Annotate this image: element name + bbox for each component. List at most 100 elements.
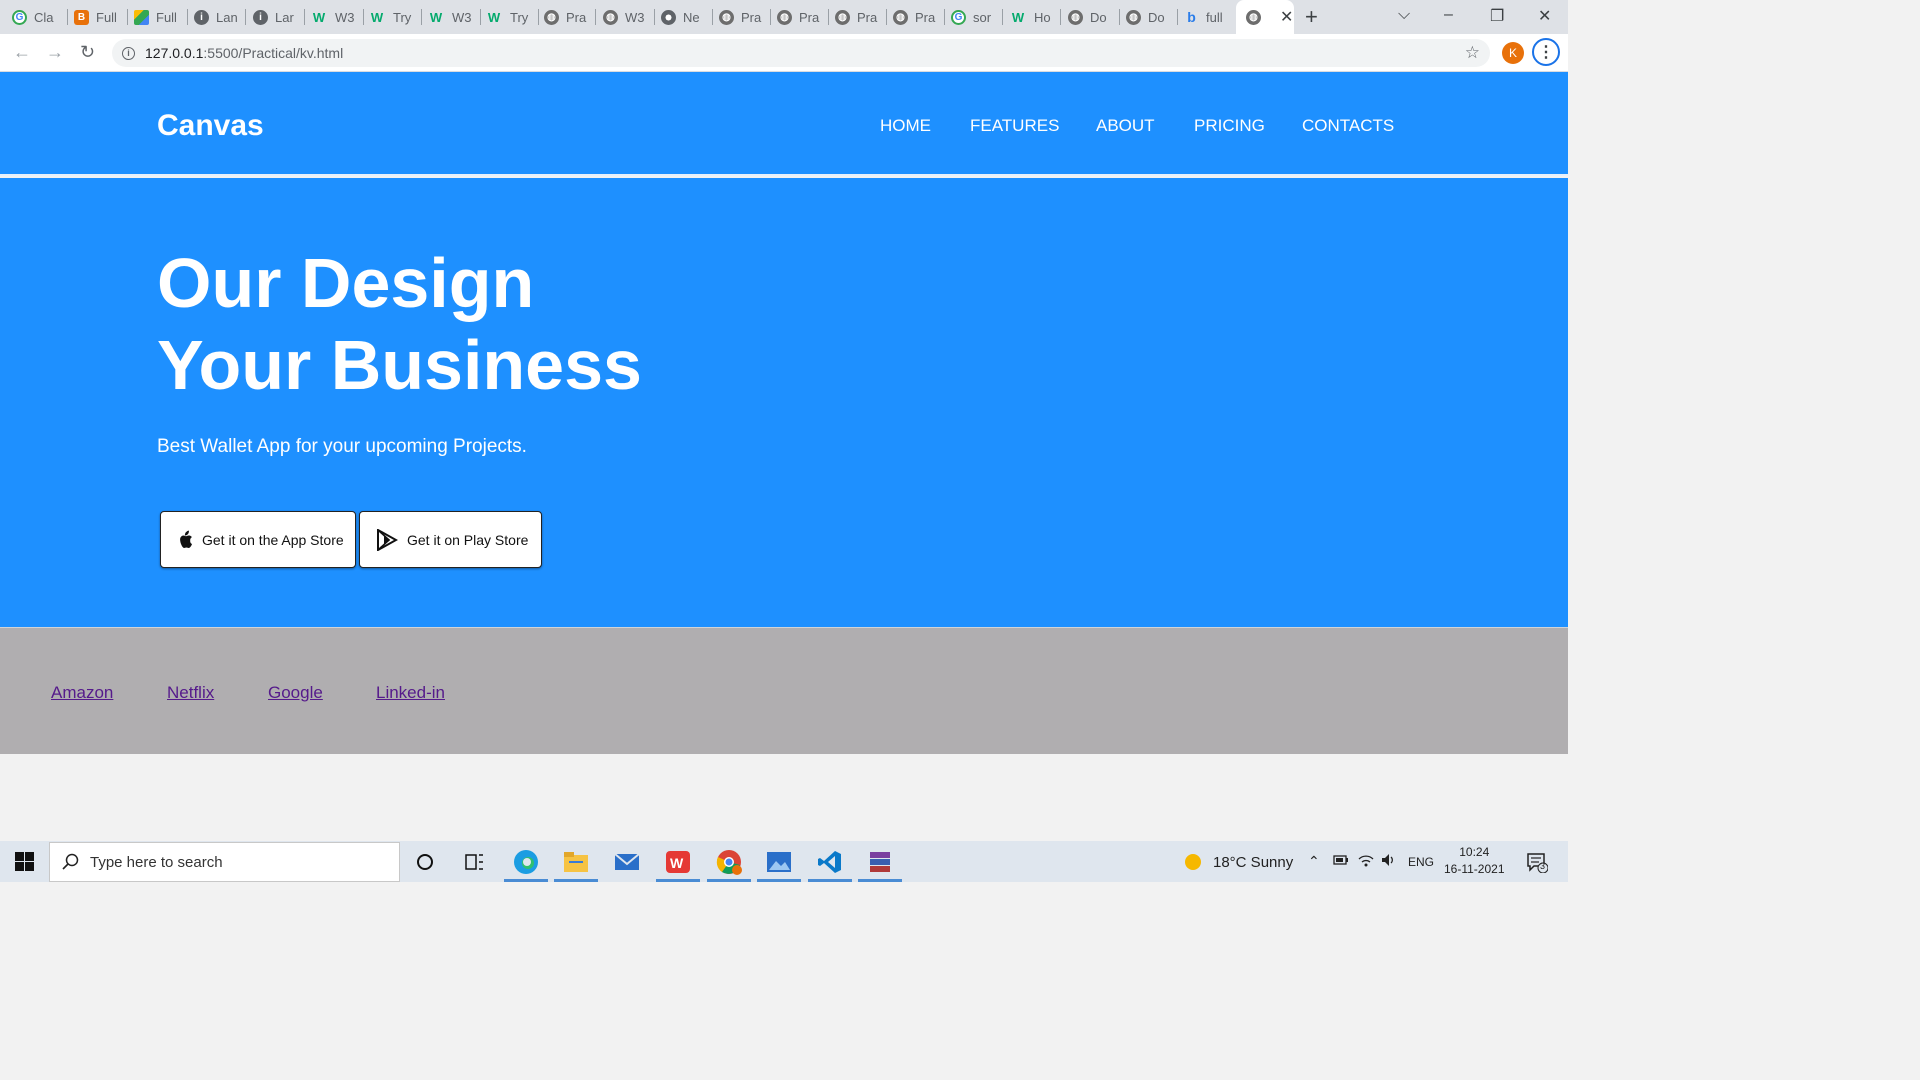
site-header: Canvas HOME FEATURES ABOUT PRICING CONTA…	[0, 72, 1568, 176]
windows-taskbar: Type here to search W 18°C Sunny ⌃ ENG 1…	[0, 841, 1568, 882]
hero-subtitle: Best Wallet App for your upcoming Projec…	[157, 436, 527, 457]
browser-tab[interactable]: ◍ W3	[603, 5, 655, 29]
info-icon: i	[253, 9, 268, 25]
play-store-button[interactable]: Get it on Play Store	[359, 511, 542, 568]
browser-tab[interactable]: i Lan	[194, 5, 246, 29]
nav-home[interactable]: HOME	[880, 116, 931, 136]
globe-icon: ◍	[603, 9, 618, 25]
site-brand[interactable]: Canvas	[157, 109, 264, 143]
notification-count: 3	[1540, 861, 1546, 871]
footer-link-amazon[interactable]: Amazon	[51, 683, 113, 703]
footer-link-google[interactable]: Google	[268, 683, 323, 703]
w3schools-icon: W	[429, 9, 443, 25]
winrar-icon[interactable]	[858, 847, 902, 882]
system-clock[interactable]: 10:24 16-11-2021	[1444, 844, 1505, 878]
browser-tab[interactable]: W Try	[485, 5, 539, 29]
browser-tab[interactable]: Ne	[661, 5, 713, 29]
browser-tab-active[interactable]: ◍ ✕	[1236, 0, 1294, 34]
browser-tab[interactable]: ◍ Do	[1068, 5, 1120, 29]
hero-title: Our Design Your Business	[157, 244, 642, 404]
info-icon: i	[194, 9, 209, 25]
google-icon: G	[12, 9, 27, 25]
cortana-icon[interactable]	[408, 847, 442, 877]
profile-avatar[interactable]: K	[1502, 42, 1524, 64]
task-view-icon[interactable]	[457, 847, 491, 877]
taskbar-search-input[interactable]: Type here to search	[49, 842, 400, 882]
browser-toolbar: ← → ↻ i 127.0.0.1:5500/Practical/kv.html…	[0, 34, 1568, 72]
browser-tab[interactable]: W Ho	[1009, 5, 1061, 29]
weather-text[interactable]: 18°C Sunny	[1213, 854, 1293, 871]
browser-tab[interactable]: W Try	[368, 5, 422, 29]
browser-tab[interactable]: b full	[1184, 5, 1232, 29]
forward-icon[interactable]: →	[46, 42, 64, 63]
globe-icon: ◍	[1246, 9, 1261, 25]
file-explorer-icon[interactable]	[554, 847, 598, 882]
browser-tab[interactable]: i Lar	[253, 5, 305, 29]
photos-icon[interactable]	[757, 847, 801, 882]
tab-search-icon[interactable]: ⌵	[1398, 6, 1410, 24]
battery-icon[interactable]	[1333, 853, 1349, 869]
globe-icon: ◍	[777, 9, 792, 25]
nav-features[interactable]: FEATURES	[970, 116, 1059, 136]
volume-icon[interactable]	[1381, 853, 1397, 870]
browser-tab[interactable]: B Full	[74, 5, 128, 29]
language-indicator[interactable]: ENG	[1408, 855, 1434, 869]
browser-tab[interactable]: ◍ Do	[1126, 5, 1178, 29]
show-hidden-icons-icon[interactable]: ⌃	[1308, 853, 1320, 870]
browser-tab[interactable]: Full	[134, 5, 188, 29]
globe-icon: ◍	[544, 9, 559, 25]
notification-center-icon[interactable]: 3	[1526, 851, 1549, 876]
chrome-icon[interactable]	[707, 847, 751, 882]
site-info-icon[interactable]: i	[122, 46, 135, 60]
globe-icon: ◍	[1126, 9, 1141, 25]
bookmark-star-icon[interactable]: ☆	[1465, 43, 1480, 63]
wifi-icon[interactable]	[1358, 853, 1374, 870]
reload-icon[interactable]: ↻	[80, 42, 95, 63]
blogger-icon: B	[74, 9, 89, 25]
globe-icon: ◍	[893, 9, 908, 25]
browser-menu-icon[interactable]: ⋮	[1532, 38, 1560, 66]
browser-tab[interactable]: G Cla	[12, 5, 68, 29]
address-bar[interactable]: i 127.0.0.1:5500/Practical/kv.html ☆	[112, 39, 1490, 67]
google-icon: G	[951, 9, 966, 25]
browser-tab[interactable]: ◍ Pra	[544, 5, 596, 29]
site-footer: Amazon Netflix Google Linked-in	[0, 628, 1568, 754]
drive-icon	[134, 9, 149, 25]
nav-pricing[interactable]: PRICING	[1194, 116, 1265, 136]
globe-icon: ◍	[719, 9, 734, 25]
app-store-button[interactable]: Get it on the App Store	[160, 511, 356, 568]
w3schools-icon: W	[312, 9, 326, 25]
browser-tab[interactable]: W W3	[310, 5, 364, 29]
close-tab-icon[interactable]: ✕	[1280, 7, 1293, 27]
close-window-button[interactable]: ✕	[1538, 6, 1551, 26]
new-tab-button[interactable]: +	[1305, 4, 1318, 30]
browser-tab[interactable]: Gsor	[951, 5, 1003, 29]
minimize-button[interactable]: –	[1444, 6, 1453, 24]
mail-icon[interactable]	[610, 847, 644, 877]
browser-tab-strip: G Cla B Full Full i Lan i Lar W W3 W Try W W3 W…	[0, 0, 1568, 34]
back-icon[interactable]: ←	[13, 42, 31, 63]
edge-icon[interactable]	[504, 847, 548, 882]
nav-contacts[interactable]: CONTACTS	[1302, 116, 1394, 136]
restore-button[interactable]: ❐	[1490, 6, 1504, 26]
weather-sun-icon[interactable]	[1184, 853, 1202, 874]
footer-link-netflix[interactable]: Netflix	[167, 683, 214, 703]
w3schools-icon: W	[1011, 9, 1025, 25]
wps-office-icon[interactable]: W	[656, 847, 700, 882]
browser-tab[interactable]: ◍ Pra	[835, 5, 887, 29]
nav-about[interactable]: ABOUT	[1096, 116, 1155, 136]
hero-section: Our Design Your Business Best Wallet App…	[0, 178, 1568, 628]
browser-tab[interactable]: ◍ Pra	[893, 5, 945, 29]
browser-tab[interactable]: ◍ Pra	[719, 5, 771, 29]
url-text: 127.0.0.1:5500/Practical/kv.html	[145, 45, 344, 61]
browser-tab[interactable]: ◍ Pra	[777, 5, 829, 29]
w3schools-icon: W	[487, 9, 501, 25]
bing-icon: b	[1187, 9, 1196, 25]
windows-start-icon[interactable]	[15, 852, 34, 876]
browser-tab[interactable]: W W3	[427, 5, 481, 29]
svg-text:W: W	[670, 855, 684, 871]
chrome-icon	[661, 9, 676, 25]
globe-icon: ◍	[1068, 9, 1083, 25]
vscode-icon[interactable]	[808, 847, 852, 882]
footer-link-linkedin[interactable]: Linked-in	[376, 683, 445, 703]
